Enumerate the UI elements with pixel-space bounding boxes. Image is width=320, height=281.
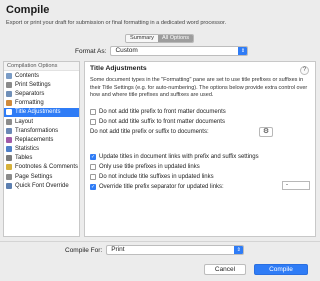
chevron-updown-icon: ⇕ [234,246,244,254]
option-label: Do not add title suffix to front matter … [99,119,225,125]
sidebar-item-label: Tables [15,155,33,162]
sidebar-item-label: Page Settings [15,173,53,180]
cancel-button[interactable]: Cancel [204,264,246,275]
sidebar-item-formatting[interactable]: Formatting [4,99,79,108]
format-select[interactable]: Custom ⇕ [110,46,249,56]
sidebar-item-label: Formatting [15,100,44,107]
panel-title: Title Adjustments [90,65,147,72]
checkbox-checked[interactable]: ✓ [90,154,96,160]
compilation-options-sidebar: Compilation Options Contents Print Settin… [3,61,80,237]
checkbox[interactable] [90,174,96,180]
tab-summary[interactable]: Summary [126,35,158,42]
option-label: Do not add title prefix to front matter … [99,109,226,115]
option-label: Override title prefix separator for upda… [99,184,224,190]
sidebar-header: Compilation Options [4,62,79,71]
page-settings-icon [6,173,12,180]
option-no-prefix-front-matter[interactable]: Do not add title prefix to front matter … [90,109,226,115]
compile-button[interactable]: Compile [254,264,308,275]
checkbox-checked[interactable]: ✓ [90,184,96,190]
checkbox[interactable] [90,119,96,125]
sidebar-item-contents[interactable]: Contents [4,71,79,80]
sidebar-item-label: Transformations [15,127,59,134]
formatting-icon [6,100,12,107]
transformations-icon [6,127,12,134]
sidebar-item-separators[interactable]: Separators [4,89,79,98]
sidebar-item-tables[interactable]: Tables [4,154,79,163]
window-subtitle: Export or print your draft for submissio… [6,20,227,26]
sidebar-item-label: Statistics [15,146,40,153]
option-update-titles-links[interactable]: ✓ Update titles in document links with p… [90,154,259,160]
checkbox[interactable] [90,164,96,170]
sidebar-item-label: Footnotes & Comments [15,164,79,171]
sidebar-item-replacements[interactable]: Replacements [4,135,79,144]
tab-all-options[interactable]: All Options [157,35,193,42]
compile-for-label: Compile For: [65,246,103,254]
format-row: Format As: Custom ⇕ [75,46,249,56]
no-prefix-suffix-label: Do not add title prefix or suffix to doc… [90,129,209,135]
option-no-suffix-front-matter[interactable]: Do not add title suffix to front matter … [90,119,225,125]
option-no-suffixes[interactable]: Do not include title suffixes in updated… [90,174,214,180]
tables-icon [6,155,12,162]
no-prefix-suffix-label-row: Do not add title prefix or suffix to doc… [90,129,209,135]
sidebar-item-label: Print Settings [15,81,51,88]
layout-icon [6,118,12,125]
font-override-icon [6,182,12,189]
separators-icon [6,90,12,97]
compile-for-select[interactable]: Print ⇕ [106,245,245,255]
sidebar-item-quick-font-override[interactable]: Quick Font Override [4,181,79,190]
sidebar-item-label: Quick Font Override [15,182,69,189]
sidebar-item-layout[interactable]: Layout [4,117,79,126]
sidebar-item-label: Replacements [15,136,54,143]
option-label: Only use title prefixes in updated links [99,164,200,170]
chevron-updown-icon: ⇕ [238,47,248,55]
view-toggle[interactable]: Summary All Options [125,34,194,43]
contents-icon [6,72,12,79]
checkbox[interactable] [90,109,96,115]
format-label: Format As: [75,47,107,55]
separator-input[interactable]: - [282,181,310,190]
title-adjustments-panel: Title Adjustments ? Some document types … [84,61,316,237]
sidebar-item-transformations[interactable]: Transformations [4,126,79,135]
print-icon [6,81,12,88]
sidebar-item-label: Title Adjustments [15,109,61,116]
title-adjustments-icon [6,109,12,116]
sidebar-item-label: Separators [15,90,45,97]
compile-for-row: Compile For: Print ⇕ [65,245,245,255]
divider [0,241,320,242]
gear-button[interactable]: ⚙ [259,127,273,137]
sidebar-item-label: Contents [15,72,40,79]
help-icon[interactable]: ? [300,66,309,75]
sidebar-item-label: Layout [15,118,34,125]
sidebar-item-print-settings[interactable]: Print Settings [4,80,79,89]
sidebar-item-statistics[interactable]: Statistics [4,145,79,154]
option-label: Do not include title suffixes in updated… [99,174,214,180]
sidebar-item-footnotes-comments[interactable]: Footnotes & Comments [4,163,79,172]
sidebar-list: Contents Print Settings Separators Formatti… [4,71,79,190]
panel-description: Some document types in the "Formatting" … [90,77,308,98]
compile-for-value: Print [111,246,125,253]
gear-icon: ⚙ [262,128,270,135]
window-title: Compile [6,4,50,16]
format-value: Custom [115,47,138,54]
option-only-prefixes[interactable]: Only use title prefixes in updated links [90,164,200,170]
sidebar-item-page-settings[interactable]: Page Settings [4,172,79,181]
statistics-icon [6,146,12,153]
footnotes-icon [6,164,12,171]
option-label: Update titles in document links with pre… [99,154,259,160]
option-override-separator[interactable]: ✓ Override title prefix separator for up… [90,184,224,190]
sidebar-item-title-adjustments[interactable]: Title Adjustments [4,107,79,117]
replacements-icon [6,136,12,143]
